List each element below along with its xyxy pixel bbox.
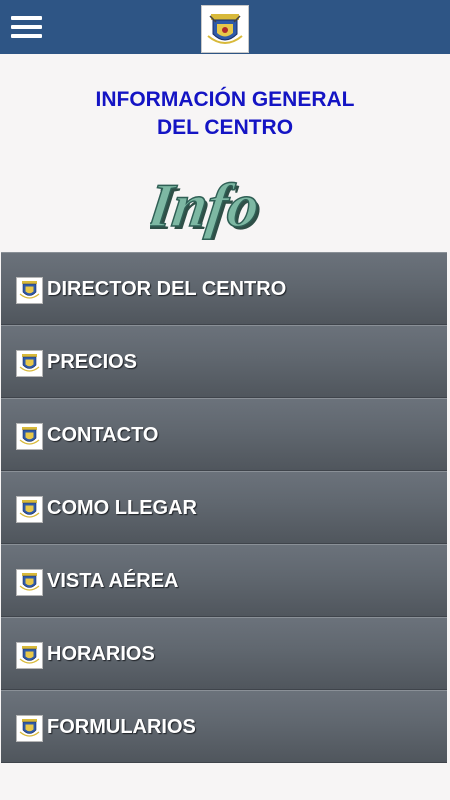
menu-item[interactable]: CONTACTO (1, 398, 447, 471)
menu-item-label: CONTACTO (47, 424, 159, 446)
menu-item[interactable]: FORMULARIOS (1, 690, 447, 763)
info-menu-list: DIRECTOR DEL CENTRO PRECIOS CONTACTO COMO L… (1, 252, 447, 763)
top-app-bar (0, 0, 450, 54)
menu-item[interactable]: VISTA AÉREA (1, 544, 447, 617)
school-crest-icon (16, 715, 43, 742)
school-crest-icon (16, 642, 43, 669)
menu-item[interactable]: PRECIOS (1, 325, 447, 398)
school-crest-icon (16, 423, 43, 450)
menu-item-label: FORMULARIOS (47, 716, 196, 738)
page-title-line-1: INFORMACIÓN GENERAL (95, 88, 355, 111)
menu-item[interactable]: COMO LLEGAR (1, 471, 447, 544)
school-crest-icon (16, 350, 43, 377)
menu-item[interactable]: DIRECTOR DEL CENTRO (1, 252, 447, 325)
school-crest-icon (16, 277, 43, 304)
hamburger-menu-icon[interactable] (11, 14, 43, 40)
menu-item[interactable]: HORARIOS (1, 617, 447, 690)
info-logo-text: Info (150, 171, 264, 240)
menu-item-label: DIRECTOR DEL CENTRO (47, 278, 287, 300)
menu-item-label: COMO LLEGAR (47, 497, 197, 519)
school-crest-icon (16, 496, 43, 523)
school-crest-icon (16, 569, 43, 596)
school-crest-icon[interactable] (201, 5, 249, 53)
menu-item-label: VISTA AÉREA (47, 570, 179, 592)
info-logo-image: Info Info (142, 168, 302, 243)
page-title: INFORMACIÓN GENERAL DEL CENTRO (0, 86, 450, 142)
menu-item-label: PRECIOS (47, 351, 138, 373)
page-title-line-2: DEL CENTRO (156, 116, 294, 139)
menu-item-label: HORARIOS (47, 643, 155, 665)
